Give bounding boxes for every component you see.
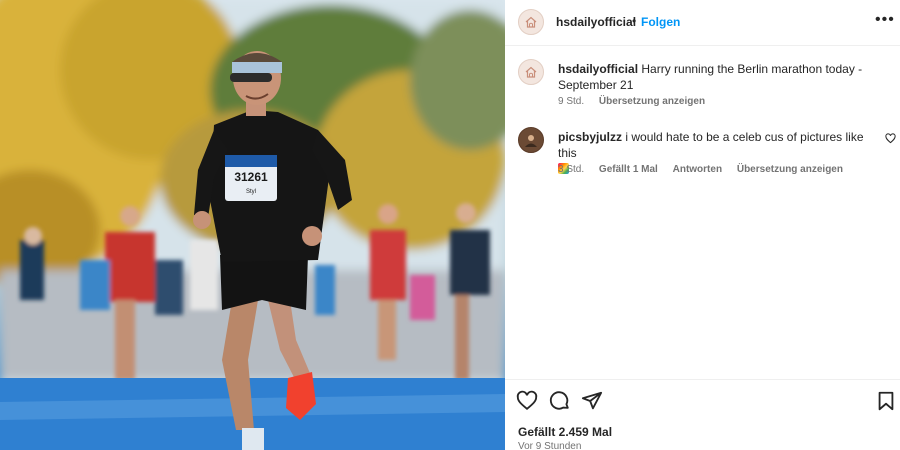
user-photo-icon (525, 135, 537, 147)
comment-bubble-icon[interactable] (549, 390, 571, 412)
reply-button[interactable]: Antworten (673, 164, 722, 175)
bookmark-icon[interactable] (875, 390, 897, 412)
post-side-panel: hsdailyofficial • Folgen ••• hsdailyoffi… (505, 0, 900, 450)
marathon-runner-image: 31261 Styl (0, 0, 505, 450)
caption-text-block: hsdailyofficial Harry running the Berlin… (558, 61, 878, 93)
caption-username[interactable]: hsdailyofficial (558, 62, 638, 76)
post-header: hsdailyofficial • Folgen ••• (505, 0, 900, 46)
comment-avatar[interactable] (518, 127, 544, 153)
house-logo-icon (525, 66, 537, 78)
likes-count[interactable]: Gefällt 2.459 Mal (518, 425, 612, 439)
comment-username[interactable]: picsbyjulzz (558, 130, 622, 144)
comment-like-heart-icon[interactable] (885, 133, 896, 144)
share-paper-plane-icon[interactable] (581, 390, 603, 412)
comment-likes-button[interactable]: Gefällt 1 Mal (599, 164, 658, 175)
caption-time: 9 Std. (558, 96, 585, 107)
post-time-ago: Vor 9 Stunden (518, 441, 582, 450)
follow-button[interactable]: Folgen (641, 15, 680, 29)
comment-translate-button[interactable]: Übersetzung anzeigen (737, 164, 843, 175)
post-photo[interactable]: 31261 Styl (0, 0, 505, 450)
like-heart-icon[interactable] (516, 390, 538, 412)
caption-avatar[interactable] (518, 59, 544, 85)
caption-meta: 9 Std. Übersetzung anzeigen (558, 96, 717, 107)
post-actions-bar: Gefällt 2.459 Mal Vor 9 Stunden (505, 379, 900, 450)
comment-meta: 3 Std. Gefällt 1 Mal Antworten Übersetzu… (558, 164, 855, 175)
house-logo-icon (525, 16, 537, 28)
more-horizontal-icon[interactable]: ••• (875, 11, 895, 29)
separator-dot: • (632, 14, 637, 28)
bib-name: Styl (246, 189, 256, 195)
caption-translate-button[interactable]: Übersetzung anzeigen (599, 96, 705, 107)
bib-number: 31261 (234, 170, 268, 184)
comment-time: 3 Std. (558, 164, 585, 175)
header-username[interactable]: hsdailyofficial (556, 15, 636, 29)
profile-avatar[interactable] (518, 9, 544, 35)
